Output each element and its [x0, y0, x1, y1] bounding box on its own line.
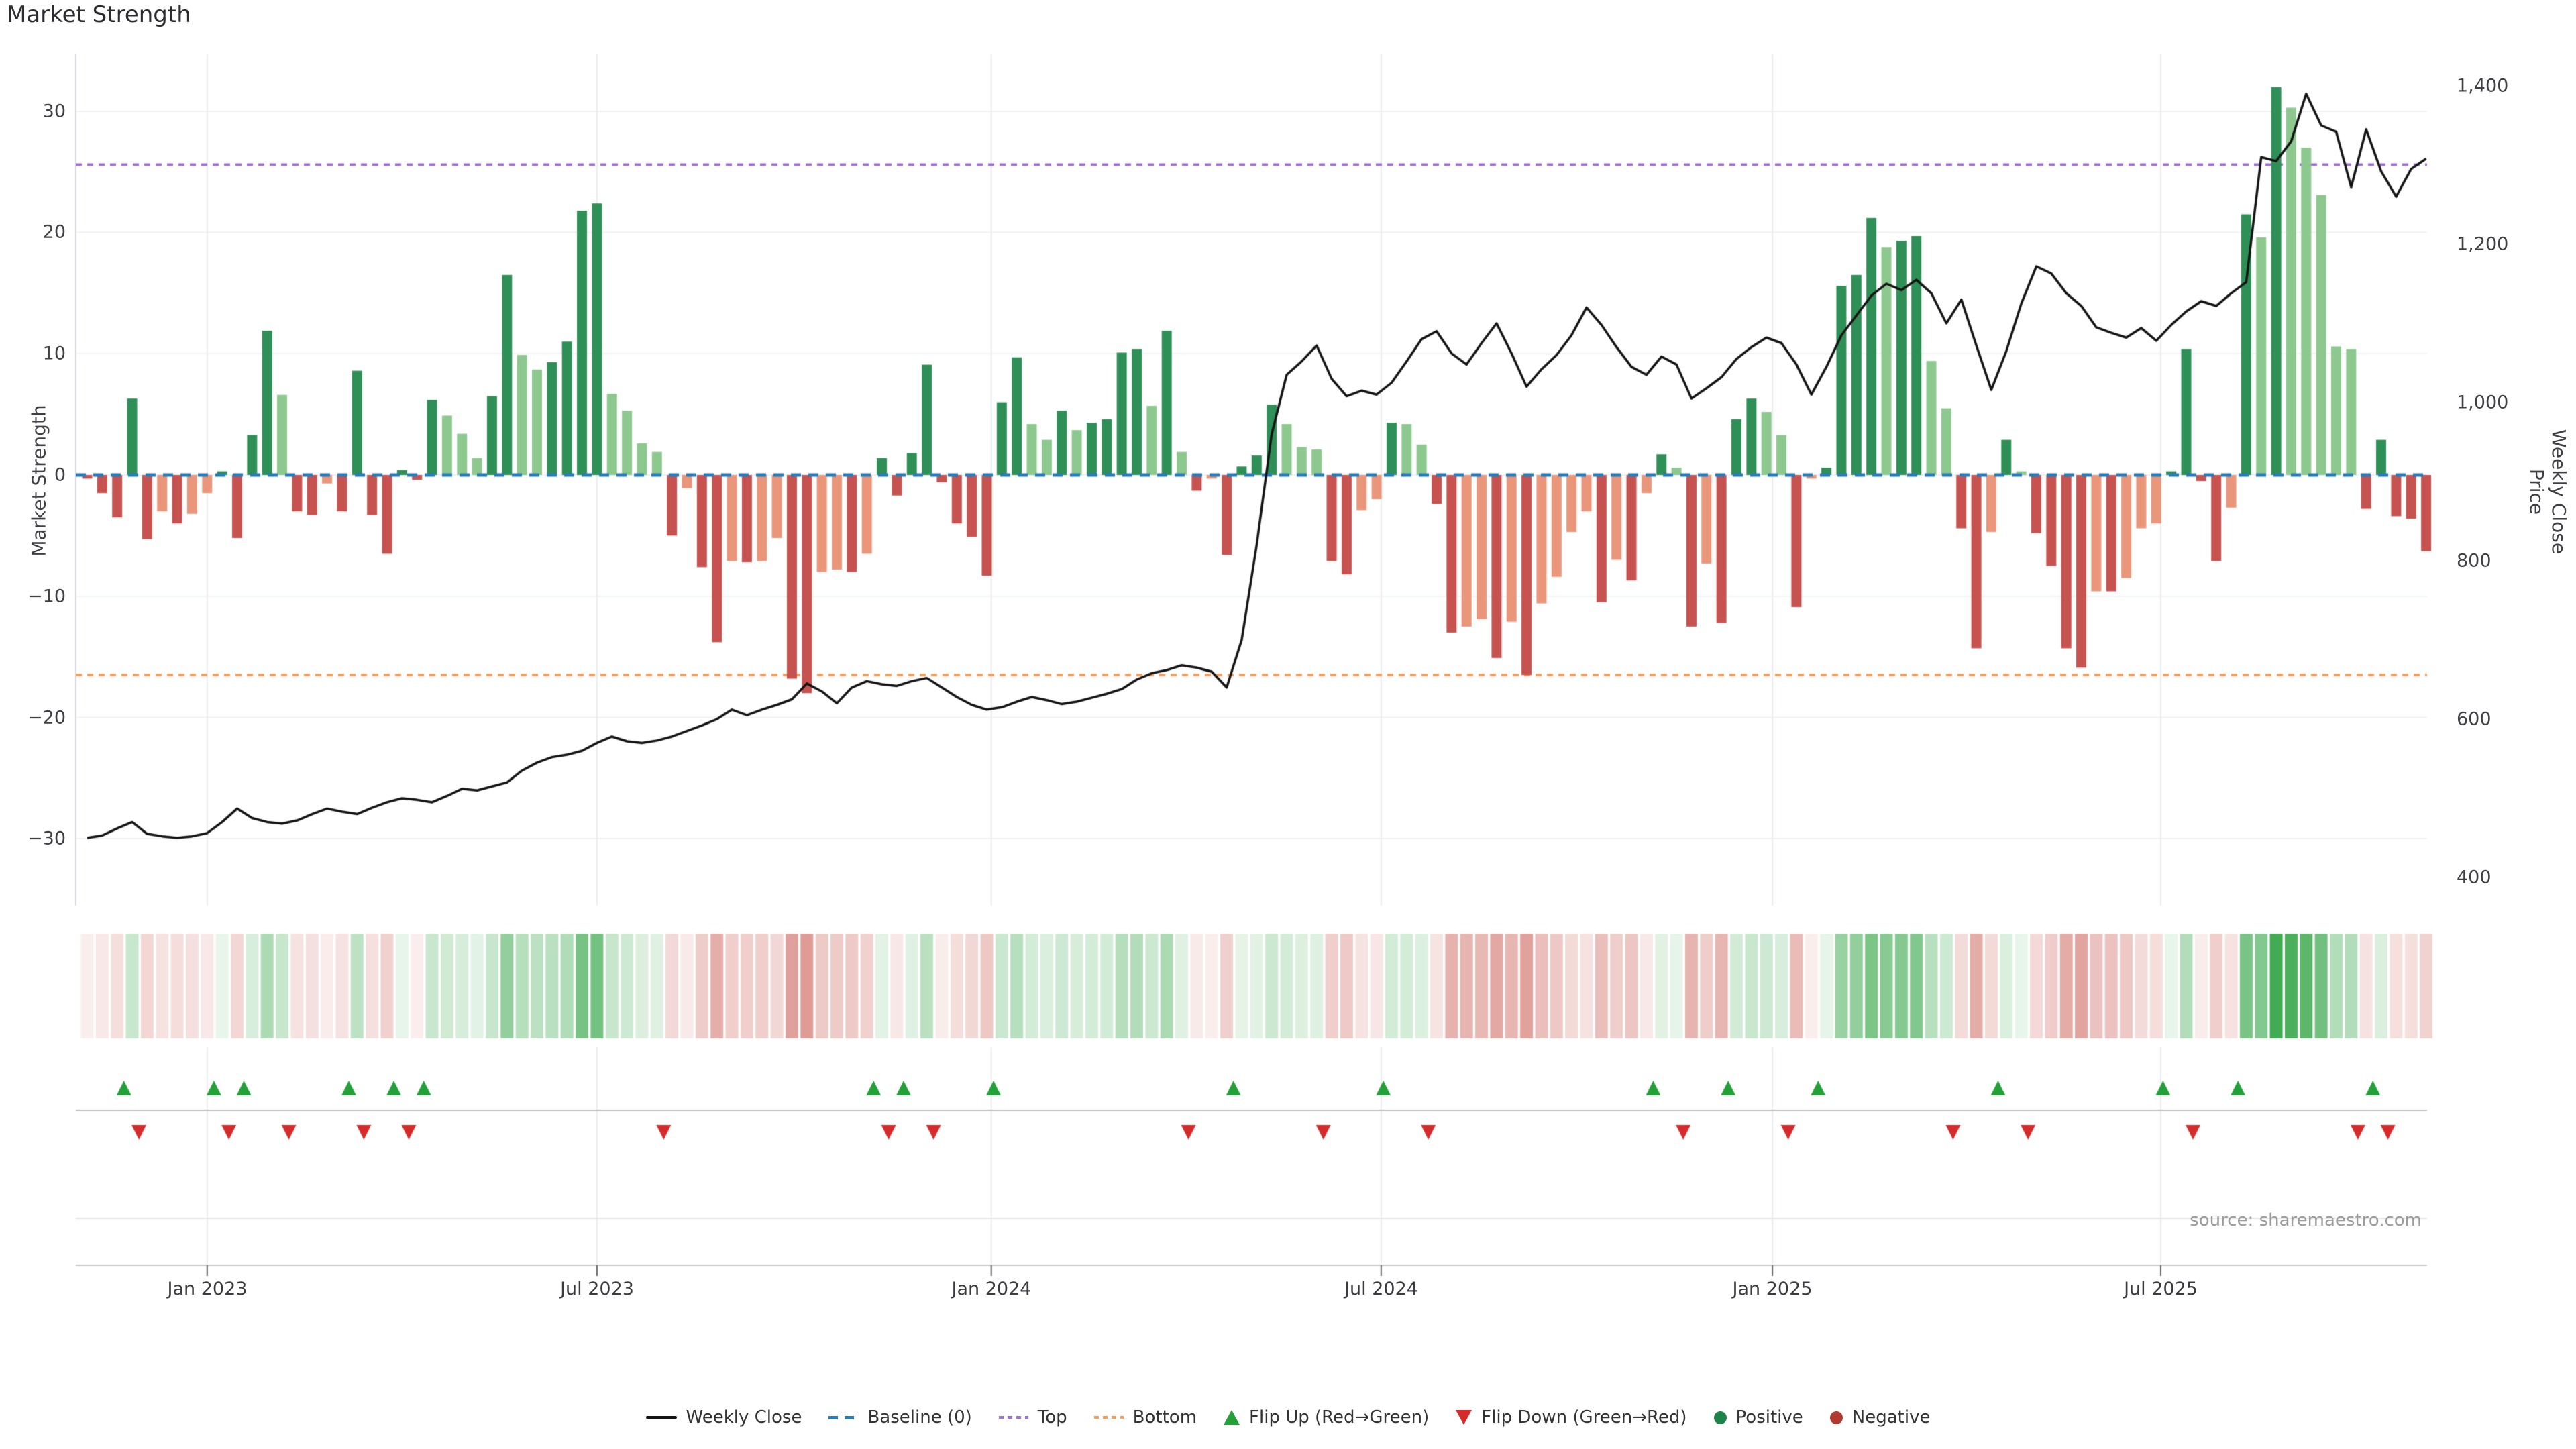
legend-label: Weekly Close	[686, 1407, 802, 1428]
legend-item-bottom: Bottom	[1094, 1407, 1197, 1428]
x-axis-tick-jul-2024: Jul 2024	[1344, 1279, 1418, 1299]
market-strength-figure: Market Strength Market Strength Weekly C…	[0, 0, 2576, 1449]
chart-legend: Weekly Close Baseline (0) Top Bottom Fli…	[0, 1407, 2576, 1428]
legend-item-flip-up: Flip Up (Red→Green)	[1224, 1407, 1429, 1428]
left-axis-tick-n20: −20	[28, 708, 66, 729]
x-axis-tick-jan-2024: Jan 2024	[952, 1279, 1032, 1299]
left-axis-tick-20: 20	[43, 222, 66, 243]
x-axis-tick-jan-2025: Jan 2025	[1733, 1279, 1813, 1299]
legend-label: Top	[1038, 1407, 1067, 1428]
left-axis-tick-30: 30	[43, 101, 66, 122]
left-axis-tick-10: 10	[43, 343, 66, 364]
legend-item-top: Top	[999, 1407, 1067, 1428]
left-axis-title: Market Strength	[28, 400, 50, 561]
right-axis-tick-800: 800	[2457, 551, 2491, 572]
legend-label: Flip Down (Green→Red)	[1481, 1407, 1686, 1428]
legend-item-flip-down: Flip Down (Green→Red)	[1456, 1407, 1686, 1428]
right-axis-tick-600: 600	[2457, 709, 2491, 730]
baseline-dash-icon	[828, 1416, 858, 1419]
flip-up-triangle-icon	[1224, 1410, 1240, 1425]
bottom-dotted-line-icon	[1094, 1416, 1124, 1419]
right-axis-tick-400: 400	[2457, 867, 2491, 888]
legend-label: Positive	[1736, 1407, 1803, 1428]
x-axis-tick-jul-2025: Jul 2025	[2124, 1279, 2198, 1299]
legend-item-weekly-close: Weekly Close	[646, 1407, 802, 1428]
x-axis-tick-jul-2023: Jul 2023	[560, 1279, 634, 1299]
negative-dot-icon	[1830, 1411, 1843, 1424]
top-dotted-line-icon	[999, 1416, 1028, 1419]
legend-item-positive: Positive	[1714, 1407, 1803, 1428]
positive-dot-icon	[1714, 1411, 1727, 1424]
x-axis-tick-jan-2023: Jan 2023	[168, 1279, 248, 1299]
source-note: source: sharemaestro.com	[2190, 1210, 2422, 1230]
page-title: Market Strength	[7, 1, 191, 28]
right-axis-title: Weekly Close Price	[2526, 405, 2570, 579]
market-strength-chart-canvas	[0, 0, 2576, 1449]
legend-label: Bottom	[1133, 1407, 1197, 1428]
right-axis-tick-1200: 1,200	[2457, 234, 2508, 255]
left-axis-tick-n30: −30	[28, 828, 66, 849]
legend-item-negative: Negative	[1830, 1407, 1931, 1428]
right-axis-tick-1000: 1,000	[2457, 392, 2508, 413]
weekly-close-line-icon	[646, 1416, 677, 1419]
left-axis-tick-n10: −10	[28, 586, 66, 607]
flip-down-triangle-icon	[1456, 1410, 1472, 1425]
legend-label: Negative	[1852, 1407, 1931, 1428]
legend-item-baseline: Baseline (0)	[828, 1407, 971, 1428]
right-axis-tick-1400: 1,400	[2457, 76, 2508, 97]
legend-label: Flip Up (Red→Green)	[1249, 1407, 1429, 1428]
legend-label: Baseline (0)	[867, 1407, 971, 1428]
left-axis-tick-0: 0	[54, 465, 66, 486]
